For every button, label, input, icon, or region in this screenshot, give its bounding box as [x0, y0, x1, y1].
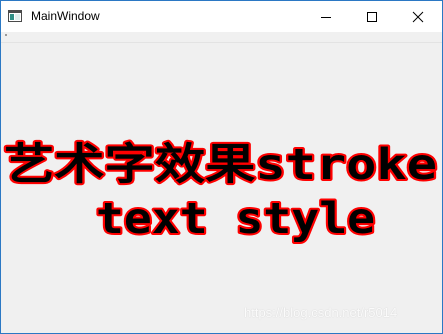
menu-bar [1, 32, 442, 43]
toolbar-grip[interactable] [5, 34, 7, 36]
maximize-button[interactable] [349, 1, 395, 32]
art-text-latin: stroke [255, 140, 437, 190]
close-button[interactable] [395, 1, 441, 32]
main-window: MainWindow 艺术字效果 stroke text style https… [0, 0, 443, 334]
minimize-icon [321, 16, 331, 18]
watermark-text: https://blog.csdn.net/r5014 [244, 305, 398, 320]
art-text-line-1: 艺术字效果 stroke [4, 140, 437, 190]
window-title: MainWindow [31, 9, 100, 23]
app-window-icon [8, 10, 22, 22]
central-widget: 艺术字效果 stroke text style [1, 43, 442, 333]
stroke-text-art: 艺术字效果 stroke text style [2, 138, 439, 246]
minimize-button[interactable] [303, 1, 349, 32]
close-icon [412, 11, 424, 22]
art-text-cjk: 艺术字效果 [4, 140, 255, 190]
art-text-line-2: text style [96, 194, 375, 244]
title-bar[interactable]: MainWindow [1, 1, 442, 32]
maximize-icon [367, 11, 377, 22]
